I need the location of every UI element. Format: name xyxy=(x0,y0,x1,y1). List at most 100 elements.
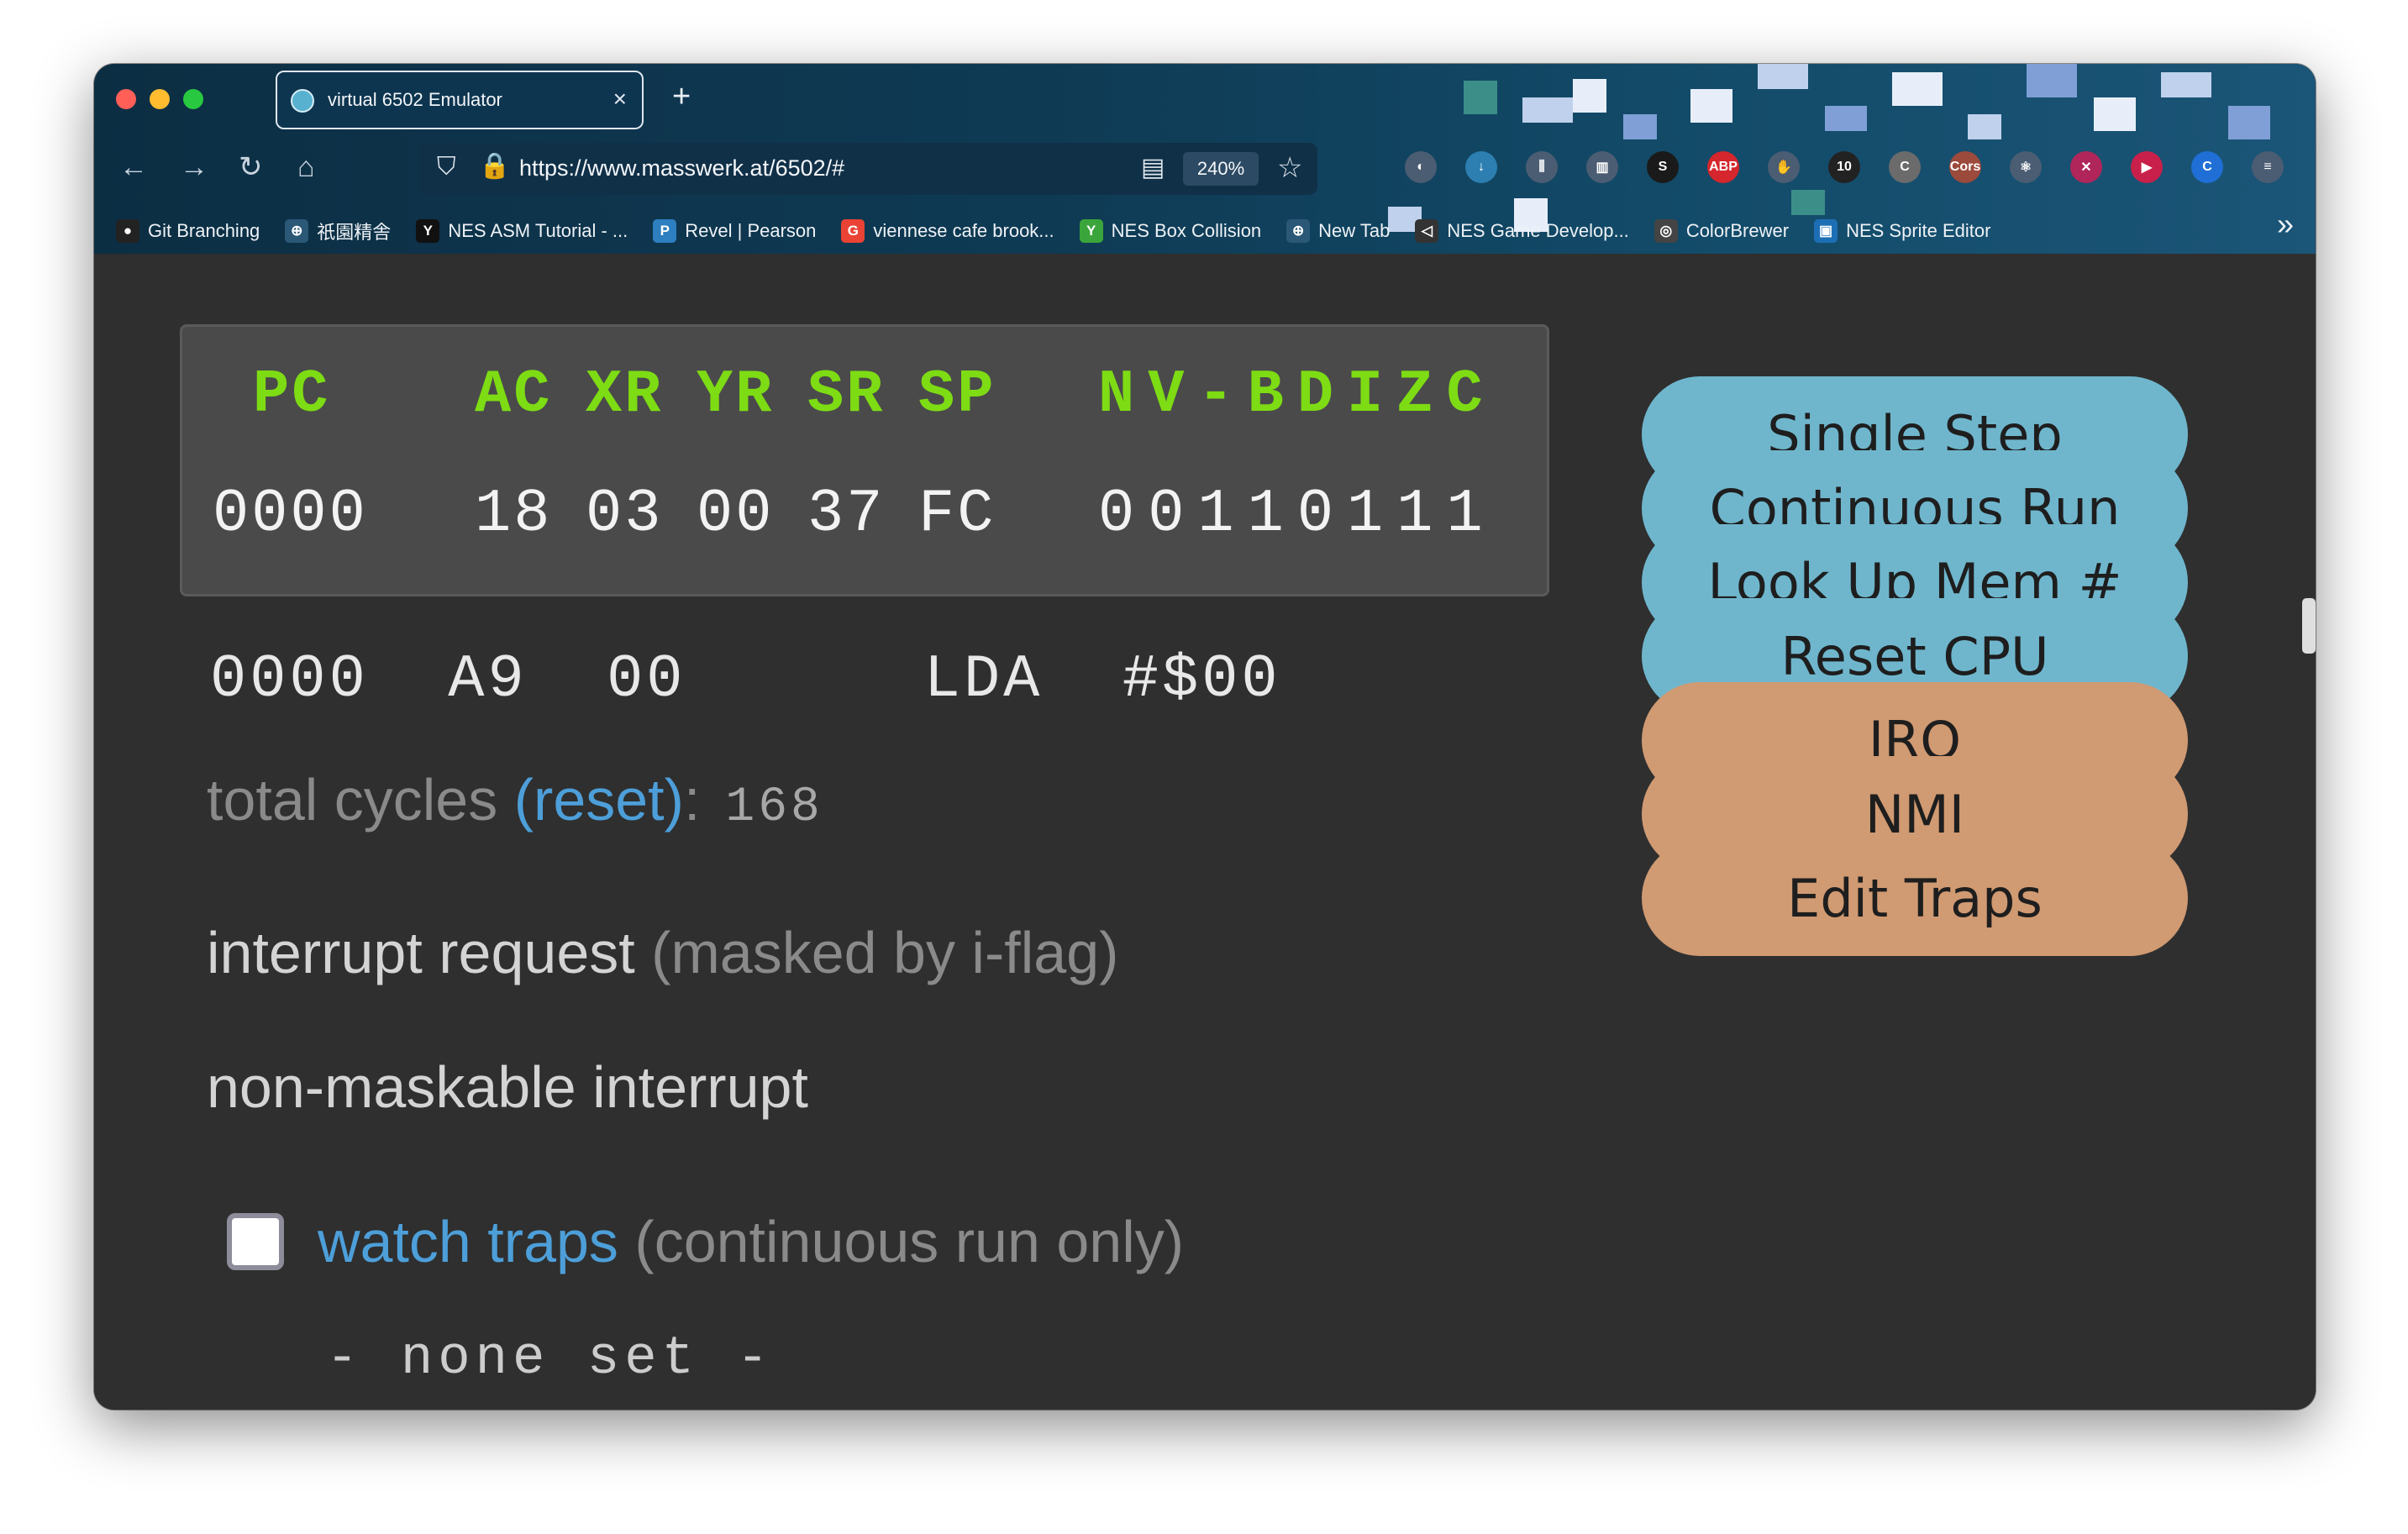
bookmark-favicon-icon: ▣ xyxy=(1814,219,1838,243)
react-devtools-icon[interactable]: ⚛ xyxy=(2010,151,2042,183)
url-text[interactable]: https://www.masswerk.at/6502/# xyxy=(519,155,844,181)
watch-traps-note: (continuous run only) xyxy=(618,1209,1185,1274)
watch-traps-row: watch traps (continuous run only) xyxy=(227,1208,1184,1275)
bookmark-label: NES Sprite Editor xyxy=(1846,220,1991,241)
window-close-button[interactable] xyxy=(116,89,136,109)
sr-value: 37 xyxy=(807,480,886,549)
window-minimize-button[interactable] xyxy=(150,89,170,109)
zoom-level-badge[interactable]: 240% xyxy=(1183,152,1259,186)
sidebar-icon[interactable]: ▥ xyxy=(1586,151,1618,183)
bookmark-favicon-icon: ⊕ xyxy=(285,219,309,243)
disasm-argument: #$00 xyxy=(1122,645,1281,714)
back-icon[interactable]: ← xyxy=(119,153,148,181)
extension-toolbar: ◐ ↓ ⫼ ▥ S ABP ✋ 10 C Cors ⚛ ✕ ▶ C ≡ xyxy=(1405,151,2284,183)
tracking-protection-icon[interactable]: ⛉ xyxy=(437,153,456,181)
c-extension-icon[interactable]: C xyxy=(1889,151,1921,183)
window-maximize-button[interactable] xyxy=(183,89,203,109)
tab-virtual-6502[interactable]: virtual 6502 Emulator × xyxy=(276,71,644,129)
new-tab-button[interactable]: + xyxy=(672,81,691,113)
home-icon[interactable]: ⌂ xyxy=(297,153,315,181)
bookmark-item[interactable]: ● Git Branching xyxy=(116,219,260,243)
bookmark-item[interactable]: Y NES Box Collision xyxy=(1079,219,1262,243)
lock-icon[interactable]: 🔒 xyxy=(479,151,510,181)
watch-traps-checkbox[interactable] xyxy=(227,1213,284,1270)
pc-header: PC xyxy=(253,360,331,429)
watch-traps-link[interactable]: watch traps xyxy=(318,1209,618,1274)
xr-header: XR xyxy=(586,360,664,429)
register-panel: PC AC XR YR SR SP NV-BDIZC 0000 18 03 00… xyxy=(180,324,1549,596)
record-extension-icon[interactable]: ▶ xyxy=(2131,151,2163,183)
nmi-label: non-maskable interrupt xyxy=(207,1054,808,1120)
xr-value: 03 xyxy=(586,480,664,549)
bookmark-item[interactable]: Y NES ASM Tutorial - ... xyxy=(416,219,628,243)
disasm-address: 0000 xyxy=(210,645,369,714)
site-favicon-icon xyxy=(291,89,314,113)
bookmark-label: 祇園精舎 xyxy=(317,222,392,243)
bookmark-item[interactable]: ◎ ColorBrewer xyxy=(1654,219,1789,243)
disasm-opcode: A9 xyxy=(448,645,528,714)
edit-traps-button[interactable]: Edit Traps xyxy=(1642,840,2188,956)
bookmark-favicon-icon: ◁ xyxy=(1415,219,1439,243)
ten-extension-icon[interactable]: 10 xyxy=(1828,151,1860,183)
bookmark-item[interactable]: P Revel | Pearson xyxy=(653,219,816,243)
bookmark-item[interactable]: Gviennese cafe brook... xyxy=(841,219,1054,243)
bookmark-favicon-icon: ◎ xyxy=(1654,219,1678,243)
menu-icon[interactable]: ≡ xyxy=(2252,151,2284,183)
bookmark-item[interactable]: ⊕ New Tab xyxy=(1286,219,1390,243)
reset-cycles-link[interactable]: (reset) xyxy=(514,767,684,833)
disasm-operand: 00 xyxy=(607,645,686,714)
browser-window: virtual 6502 Emulator × + ← → ↻ ⌂ ⛉ 🔒 ht… xyxy=(94,64,2316,1410)
copy-extension-icon[interactable]: C xyxy=(2191,151,2223,183)
sr-header: SR xyxy=(807,360,886,429)
bookmark-item[interactable]: ▣ NES Sprite Editor xyxy=(1814,219,1990,243)
ac-header: AC xyxy=(475,360,553,429)
url-bar[interactable]: ⛉ 🔒 https://www.masswerk.at/6502/# ▤ 240… xyxy=(418,143,1317,195)
yr-header: YR xyxy=(697,360,775,429)
interrupt-request-label: interrupt request (masked by i-flag) xyxy=(207,919,1118,986)
disassembly-line: 0000 A9 00 LDA #$00 xyxy=(210,645,1281,714)
bookmark-label: New Tab xyxy=(1318,220,1391,241)
pc-value: 0000 xyxy=(213,480,368,549)
sp-value: FC xyxy=(918,480,996,549)
adblock-icon[interactable]: ABP xyxy=(1707,151,1739,183)
cycles-label: total cycles xyxy=(207,767,514,833)
bookmarks-bar: ● Git Branching ⊕ 祇園精舎 Y NES ASM Tutorial - .… xyxy=(116,212,2267,250)
disasm-mnemonic: LDA xyxy=(923,645,1044,714)
bookmark-label: viennese cafe brook... xyxy=(873,220,1054,241)
flags-value: 00110111 xyxy=(1098,480,1496,549)
tab-close-icon[interactable]: × xyxy=(613,86,627,113)
bookmark-item[interactable]: ◁ NES Game Develop... xyxy=(1415,219,1629,243)
yr-value: 00 xyxy=(697,480,775,549)
bookmark-favicon-icon: G xyxy=(841,219,865,243)
bookmark-label: NES ASM Tutorial - ... xyxy=(448,220,628,241)
bookmark-label: Git Branching xyxy=(148,220,260,241)
pocket-icon[interactable]: ◐ xyxy=(1405,151,1437,183)
bookmark-star-icon[interactable]: ☆ xyxy=(1277,151,1302,185)
irq-label: interrupt request xyxy=(207,920,652,985)
total-cycles: total cycles (reset): 168 xyxy=(207,766,823,835)
ac-value: 18 xyxy=(475,480,553,549)
hand-extension-icon[interactable]: ✋ xyxy=(1768,151,1800,183)
bookmark-label: NES Game Develop... xyxy=(1447,220,1629,241)
bookmark-favicon-icon: ● xyxy=(116,219,139,243)
irq-note: (masked by i-flag) xyxy=(651,920,1119,985)
reader-view-icon[interactable]: ▤ xyxy=(1141,153,1165,182)
cycles-colon: : xyxy=(683,767,701,833)
cors-extension-icon[interactable]: Cors xyxy=(1949,151,1981,183)
bookmark-label: ColorBrewer xyxy=(1685,220,1790,241)
bookmark-item[interactable]: ⊕ 祇園精舎 xyxy=(285,218,391,244)
bookmark-label: Revel | Pearson xyxy=(685,220,817,241)
bookmark-favicon-icon: Y xyxy=(416,219,440,243)
traps-none-set: - none set - xyxy=(326,1329,774,1390)
bookmark-favicon-icon: Y xyxy=(1079,219,1103,243)
x-extension-icon[interactable]: ✕ xyxy=(2070,151,2102,183)
forward-icon[interactable]: → xyxy=(180,153,208,181)
library-icon[interactable]: ⫼ xyxy=(1526,151,1558,183)
reload-icon[interactable]: ↻ xyxy=(239,153,263,181)
download-icon[interactable]: ↓ xyxy=(1465,151,1497,183)
bookmarks-overflow-icon[interactable]: » xyxy=(2277,207,2294,242)
bookmark-favicon-icon: ⊕ xyxy=(1286,219,1311,243)
scrollbar-thumb[interactable] xyxy=(2302,598,2316,654)
bookmark-label: NES Box Collision xyxy=(1111,220,1262,241)
s-extension-icon[interactable]: S xyxy=(1647,151,1679,183)
